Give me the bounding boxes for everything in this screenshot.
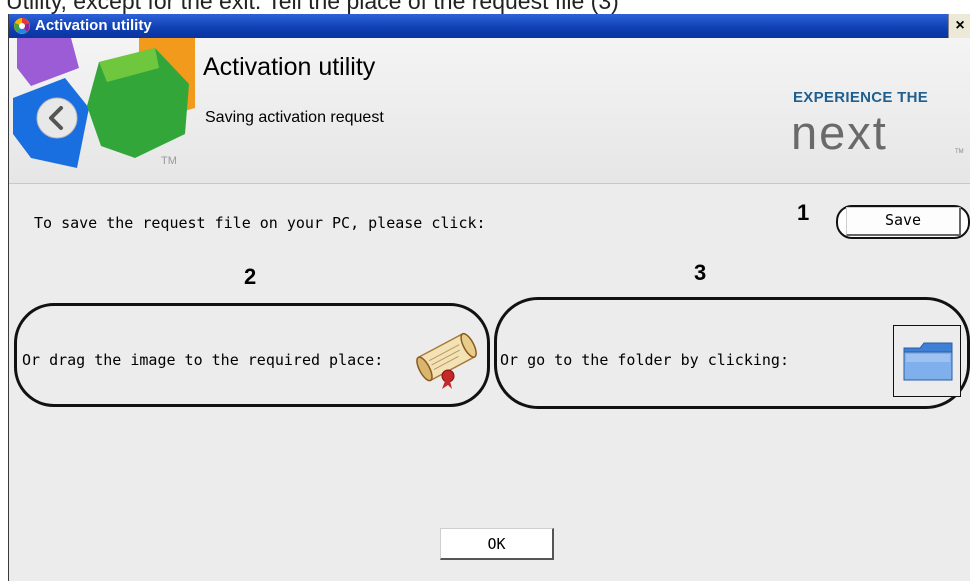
title-bar: Activation utility × — [9, 14, 970, 38]
close-button[interactable]: × — [948, 14, 970, 38]
folder-prompt: Or go to the folder by clicking: — [500, 351, 789, 369]
header-banner: TM Activation utility Saving activation … — [9, 38, 970, 184]
header-title: Activation utility — [203, 53, 376, 81]
brand-logo-next: next — [791, 106, 888, 159]
clipped-top-text: Utility, except for the exit. Tell the p… — [6, 0, 619, 14]
drag-prompt: Or drag the image to the required place: — [22, 351, 384, 369]
save-button[interactable]: Save — [836, 211, 970, 229]
save-prompt: To save the request file on your PC, ple… — [34, 214, 486, 232]
logo-trademark: TM — [161, 155, 177, 167]
annotation-number-2: 2 — [244, 264, 257, 289]
app-icon — [14, 18, 30, 34]
header-subtitle: Saving activation request — [205, 109, 384, 126]
open-folder-button[interactable] — [893, 325, 961, 397]
ok-button[interactable]: OK — [440, 528, 554, 560]
annotation-number-1: 1 — [797, 200, 810, 225]
scroll-icon[interactable] — [412, 326, 482, 390]
back-arrow-icon — [36, 97, 78, 139]
brand-tagline: EXPERIENCE THE — [793, 89, 929, 106]
window-title: Activation utility — [35, 17, 152, 34]
folder-icon — [903, 342, 953, 381]
annotation-number-3: 3 — [694, 260, 707, 285]
brand-trademark: TM — [955, 149, 964, 155]
